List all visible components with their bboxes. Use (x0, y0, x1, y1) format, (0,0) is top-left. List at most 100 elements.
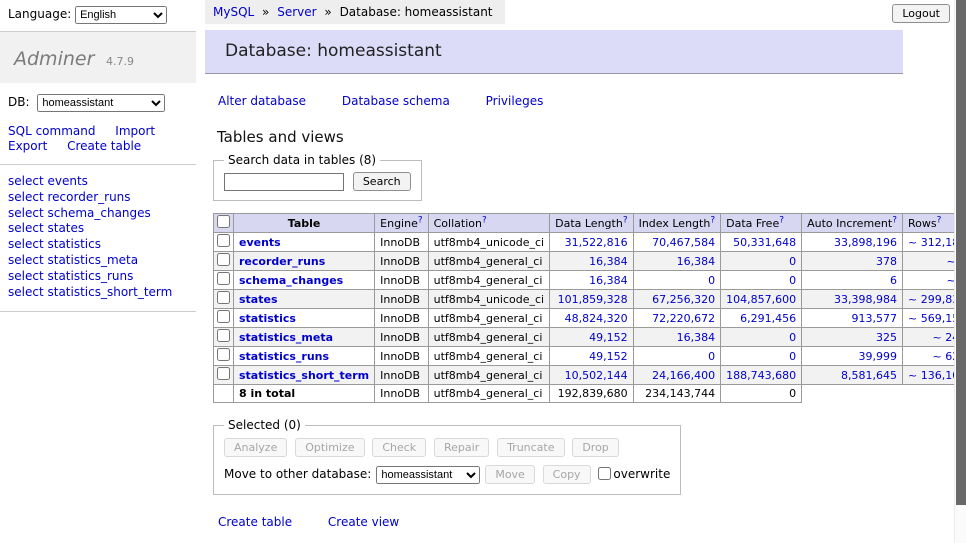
help-link[interactable]: ? (892, 215, 897, 225)
select-all-checkbox[interactable] (217, 215, 230, 228)
cell-link-index_length[interactable]: 0 (708, 350, 715, 363)
cell-link-auto_increment[interactable]: 378 (876, 255, 897, 268)
search-button[interactable]: Search (353, 172, 411, 191)
help-link[interactable]: ? (710, 215, 715, 225)
row-checkbox-recorder_runs[interactable] (217, 253, 230, 266)
table-link-schema_changes[interactable]: schema_changes (239, 274, 343, 287)
breadcrumb-link-mysql[interactable]: MySQL (213, 5, 254, 19)
vertical-scrollbar[interactable] (954, 0, 966, 543)
sidebar-item-create-table[interactable]: Create table (67, 139, 141, 153)
cell-link-data_length[interactable]: 10,502,144 (565, 369, 628, 382)
row-checkbox-statistics_meta[interactable] (217, 329, 230, 342)
sidebar-item-import[interactable]: Import (115, 124, 155, 138)
app-version[interactable]: 4.7.9 (106, 55, 134, 68)
cell-link-index_length[interactable]: 24,166,400 (652, 369, 715, 382)
create-view-link[interactable]: Create view (328, 515, 399, 529)
cell-link-index_length[interactable]: 72,220,672 (652, 312, 715, 325)
cell-link-data_free[interactable]: 0 (789, 331, 796, 344)
alter-database-link[interactable]: Alter database (218, 94, 306, 108)
language-select[interactable]: English (75, 6, 167, 24)
table-link-events[interactable]: events (239, 236, 281, 249)
cell-link-data_free[interactable]: 188,743,680 (726, 369, 796, 382)
table-link-statistics_runs[interactable]: statistics_runs (239, 350, 329, 363)
analyze-button[interactable]: Analyze (224, 438, 287, 457)
cell-link-index_length[interactable]: 0 (708, 274, 715, 287)
help-link[interactable]: ? (937, 215, 942, 225)
row-checkbox-statistics[interactable] (217, 310, 230, 323)
privileges-link[interactable]: Privileges (486, 94, 544, 108)
cell-link-auto_increment[interactable]: 8,581,645 (841, 369, 897, 382)
sidebar-table-link-schema_changes[interactable]: schema_changes (47, 206, 150, 220)
cell-link-auto_increment[interactable]: 33,398,984 (834, 293, 897, 306)
cell-link-data_free[interactable]: 50,331,648 (733, 236, 796, 249)
table-link-statistics_short_term[interactable]: statistics_short_term (239, 369, 369, 382)
cell-link-auto_increment[interactable]: 325 (876, 331, 897, 344)
cell-link-data_free[interactable]: 104,857,600 (726, 293, 796, 306)
create-table-link[interactable]: Create table (218, 515, 292, 529)
cell-link-auto_increment[interactable]: 6 (890, 274, 897, 287)
cell-link-index_length[interactable]: 16,384 (677, 255, 716, 268)
cell-link-index_length[interactable]: 67,256,320 (652, 293, 715, 306)
help-link[interactable]: ? (418, 215, 423, 225)
help-link[interactable]: ? (623, 215, 628, 225)
sidebar-item-export[interactable]: Export (8, 139, 47, 153)
row-checkbox-statistics_short_term[interactable] (217, 367, 230, 380)
check-button[interactable]: Check (372, 438, 426, 457)
copy-button[interactable]: Copy (543, 465, 591, 484)
overwrite-label[interactable]: overwrite (613, 467, 670, 481)
cell-link-data_length[interactable]: 31,522,816 (565, 236, 628, 249)
database-schema-link[interactable]: Database schema (342, 94, 450, 108)
cell-link-auto_increment[interactable]: 39,999 (859, 350, 898, 363)
move-db-select[interactable]: homeassistant (376, 466, 480, 484)
cell-link-auto_increment[interactable]: 913,577 (852, 312, 898, 325)
cell-link-data_length[interactable]: 16,384 (589, 255, 628, 268)
help-link[interactable]: ? (482, 215, 487, 225)
sidebar-select-link[interactable]: select (8, 174, 44, 188)
row-checkbox-statistics_runs[interactable] (217, 348, 230, 361)
sidebar-select-link[interactable]: select (8, 190, 44, 204)
truncate-button[interactable]: Truncate (497, 438, 564, 457)
cell-link-data_free[interactable]: 6,291,456 (740, 312, 796, 325)
search-input[interactable] (224, 173, 344, 191)
row-checkbox-events[interactable] (217, 234, 230, 247)
sidebar-table-link-states[interactable]: states (47, 221, 84, 235)
sidebar-select-link[interactable]: select (8, 253, 44, 267)
cell-link-data_length[interactable]: 49,152 (589, 331, 628, 344)
sidebar-table-link-statistics_short_term[interactable]: statistics_short_term (47, 285, 172, 299)
cell-link-index_length[interactable]: 16,384 (677, 331, 716, 344)
cell-link-data_length[interactable]: 49,152 (589, 350, 628, 363)
drop-button[interactable]: Drop (572, 438, 618, 457)
sidebar-table-link-statistics[interactable]: statistics (47, 237, 101, 251)
sidebar-select-link[interactable]: select (8, 285, 44, 299)
app-name[interactable]: Adminer (14, 48, 94, 70)
sidebar-select-link[interactable]: select (8, 206, 44, 220)
cell-link-data_free[interactable]: 0 (789, 255, 796, 268)
table-link-states[interactable]: states (239, 293, 278, 306)
sidebar-table-link-recorder_runs[interactable]: recorder_runs (47, 190, 130, 204)
cell-link-data_length[interactable]: 48,824,320 (565, 312, 628, 325)
sidebar-table-link-statistics_runs[interactable]: statistics_runs (47, 269, 133, 283)
scrollbar-thumb[interactable] (956, 0, 966, 505)
sidebar-select-link[interactable]: select (8, 221, 44, 235)
row-checkbox-states[interactable] (217, 291, 230, 304)
table-link-statistics_meta[interactable]: statistics_meta (239, 331, 333, 344)
sidebar-item-sql-command[interactable]: SQL command (8, 124, 95, 138)
move-button[interactable]: Move (485, 465, 535, 484)
cell-link-data_free[interactable]: 0 (789, 350, 796, 363)
db-select[interactable]: homeassistant (37, 94, 165, 112)
table-link-recorder_runs[interactable]: recorder_runs (239, 255, 325, 268)
repair-button[interactable]: Repair (434, 438, 489, 457)
cell-link-data_length[interactable]: 16,384 (589, 274, 628, 287)
sidebar-table-link-events[interactable]: events (47, 174, 87, 188)
cell-link-index_length[interactable]: 70,467,584 (652, 236, 715, 249)
cell-link-auto_increment[interactable]: 33,898,196 (834, 236, 897, 249)
sidebar-table-link-statistics_meta[interactable]: statistics_meta (47, 253, 138, 267)
optimize-button[interactable]: Optimize (295, 438, 364, 457)
table-link-statistics[interactable]: statistics (239, 312, 296, 325)
cell-link-data_free[interactable]: 0 (789, 274, 796, 287)
row-checkbox-schema_changes[interactable] (217, 272, 230, 285)
cell-link-data_length[interactable]: 101,859,328 (558, 293, 628, 306)
help-link[interactable]: ? (779, 215, 784, 225)
breadcrumb-link-server[interactable]: Server (277, 5, 316, 19)
sidebar-select-link[interactable]: select (8, 269, 44, 283)
